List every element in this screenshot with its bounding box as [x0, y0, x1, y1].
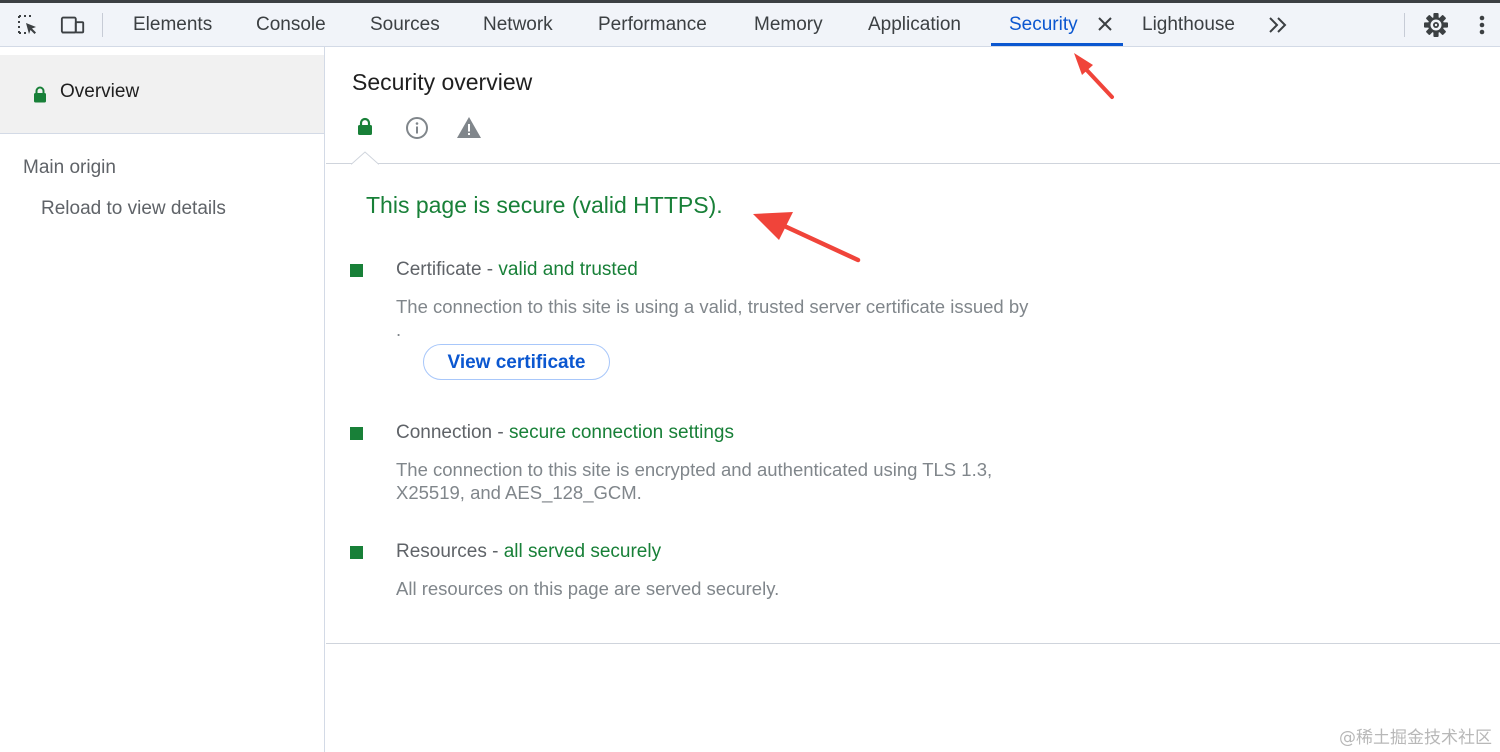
info-icon[interactable] [405, 116, 429, 145]
page-title: Security overview [352, 69, 533, 95]
device-toolbar-icon[interactable] [60, 13, 86, 37]
sidebar-item-label: Overview [60, 81, 140, 102]
watermark: @稀土掘金技术社区 [1339, 728, 1492, 748]
close-tab-icon[interactable] [1095, 14, 1115, 34]
section-status: secure connection settings [509, 422, 734, 443]
toolbar-separator [1404, 13, 1405, 37]
gear-icon[interactable] [1423, 13, 1449, 37]
main-origin-heading: Main origin [23, 157, 116, 178]
tab-console[interactable]: Console [256, 3, 326, 46]
lock-icon[interactable] [357, 117, 373, 141]
panel-divider [326, 643, 1500, 644]
security-sidebar: Overview Main origin Reload to view deta… [0, 47, 325, 752]
secure-status-bullet [350, 546, 363, 559]
section-name: Connection [396, 422, 493, 443]
resources-description: All resources on this page are served se… [396, 578, 780, 599]
tab-application[interactable]: Application [868, 3, 961, 46]
kebab-menu-icon[interactable] [1469, 13, 1495, 37]
certificate-description: The connection to this site is using a v… [396, 296, 1029, 340]
section-status: all served securely [503, 541, 662, 562]
section-separator: - [486, 541, 504, 562]
section-separator: - [492, 422, 510, 443]
secure-status-bullet [350, 264, 363, 277]
tab-network[interactable]: Network [483, 3, 553, 46]
section-name: Certificate [396, 259, 482, 280]
security-main-panel: Security overview This page is secure (v… [326, 47, 1500, 752]
reload-hint: Reload to view details [41, 198, 226, 219]
connection-description: The connection to this site is encrypted… [396, 459, 993, 503]
chevron-double-right-icon[interactable] [1266, 15, 1292, 35]
tab-sources[interactable]: Sources [370, 3, 440, 46]
summary-divider [326, 163, 1500, 164]
resources-title: Resources - all served securely [396, 541, 661, 563]
lock-icon [33, 86, 47, 108]
secure-status-bullet [350, 427, 363, 440]
section-separator: - [481, 259, 499, 280]
devtools-toolbar: Elements Console Sources Network Perform… [0, 3, 1500, 47]
section-status: valid and trusted [498, 259, 638, 280]
tab-performance[interactable]: Performance [598, 3, 707, 46]
tab-memory[interactable]: Memory [754, 3, 823, 46]
element-picker-icon[interactable] [15, 13, 41, 37]
view-certificate-button[interactable]: View certificate [423, 344, 610, 380]
selected-summary-caret [351, 151, 379, 165]
connection-title: Connection - secure connection settings [396, 422, 734, 444]
section-name: Resources [396, 541, 487, 562]
active-tab-indicator [991, 43, 1123, 46]
tab-security[interactable]: Security [1009, 3, 1078, 46]
tab-elements[interactable]: Elements [133, 3, 212, 46]
certificate-title: Certificate - valid and trusted [396, 259, 638, 281]
warning-icon[interactable] [456, 116, 482, 144]
sidebar-item-overview[interactable]: Overview [0, 55, 324, 134]
security-summary-text: This page is secure (valid HTTPS). [366, 192, 723, 218]
toolbar-separator [102, 13, 103, 37]
tab-lighthouse[interactable]: Lighthouse [1142, 3, 1235, 46]
